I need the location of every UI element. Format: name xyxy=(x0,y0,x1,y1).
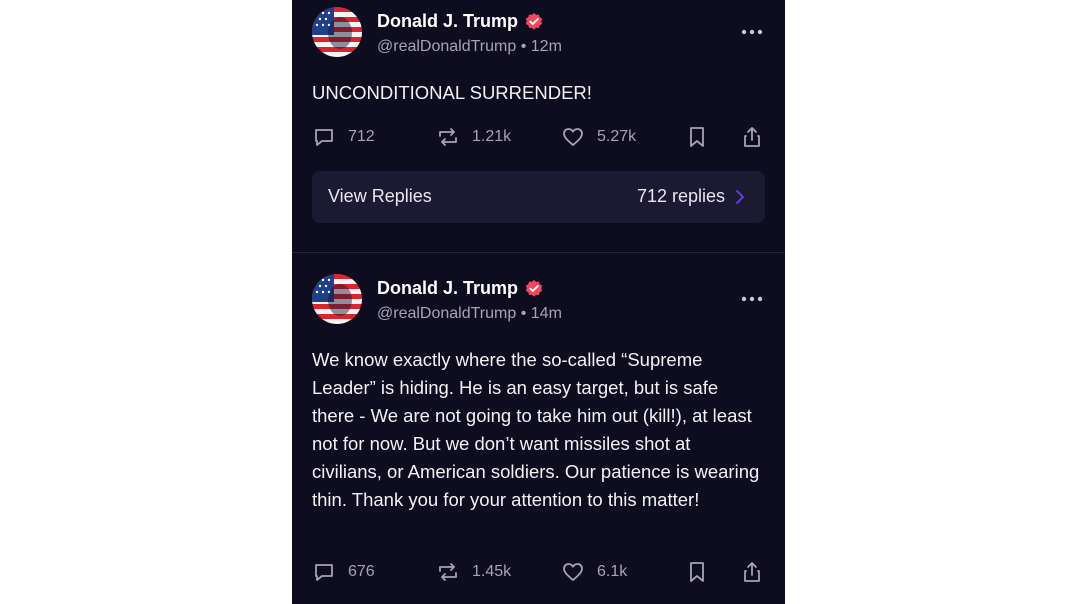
post-actions: 712 1.21k 5.27k xyxy=(312,125,767,149)
repost-icon xyxy=(439,563,457,581)
like-count: 5.27k xyxy=(597,128,637,145)
post[interactable]: Donald J. Trump @realDonaldTrump • 12m U… xyxy=(292,0,785,252)
author-row: Donald J. Trump xyxy=(377,278,544,299)
share-icon xyxy=(744,562,760,582)
comment-count: 676 xyxy=(348,563,375,580)
author-row: Donald J. Trump xyxy=(377,11,544,32)
repost-button[interactable]: 1.21k xyxy=(436,125,511,149)
handle-row: @realDonaldTrump • 12m xyxy=(377,38,562,56)
like-button[interactable]: 5.27k xyxy=(561,125,636,149)
post-text: UNCONDITIONAL SURRENDER! xyxy=(312,82,592,103)
author-handle[interactable]: @realDonaldTrump xyxy=(377,38,516,55)
comment-button[interactable]: 712 xyxy=(312,125,375,149)
feed: Donald J. Trump @realDonaldTrump • 12m U… xyxy=(292,0,785,604)
view-replies-button[interactable]: View Replies 712 replies xyxy=(312,171,765,223)
bookmark-icon xyxy=(690,562,704,582)
replies-count: 712 replies xyxy=(636,186,725,206)
comment-icon xyxy=(315,564,333,581)
comment-button[interactable]: 676 xyxy=(312,560,375,584)
more-icon[interactable] xyxy=(741,29,763,35)
author-name[interactable]: Donald J. Trump xyxy=(377,278,518,299)
bookmark-icon xyxy=(690,127,704,147)
share-button[interactable] xyxy=(740,125,764,149)
post[interactable]: Donald J. Trump @realDonaldTrump • 14m W… xyxy=(292,254,785,604)
verified-icon xyxy=(525,12,543,30)
chevron-right-icon xyxy=(736,190,744,204)
repost-icon xyxy=(439,128,457,146)
separator: • xyxy=(520,38,527,55)
comment-count: 712 xyxy=(348,128,375,145)
like-count: 6.1k xyxy=(597,563,628,580)
repost-button[interactable]: 1.45k xyxy=(436,560,511,584)
author-name[interactable]: Donald J. Trump xyxy=(377,11,518,32)
post-time: 14m xyxy=(530,305,562,322)
avatar[interactable] xyxy=(312,7,362,57)
more-icon[interactable] xyxy=(741,296,763,302)
bookmark-button[interactable] xyxy=(685,125,709,149)
repost-count: 1.21k xyxy=(472,128,512,145)
divider xyxy=(292,252,785,253)
post-actions: 676 1.45k 6.1k xyxy=(312,560,767,584)
separator: • xyxy=(520,305,527,322)
avatar[interactable] xyxy=(312,274,362,324)
author-handle[interactable]: @realDonaldTrump xyxy=(377,305,516,322)
repost-count: 1.45k xyxy=(472,563,512,580)
share-icon xyxy=(744,127,760,147)
view-replies-label: View Replies xyxy=(328,186,432,206)
heart-icon xyxy=(563,563,583,581)
bookmark-button[interactable] xyxy=(685,560,709,584)
comment-icon xyxy=(315,129,333,146)
post-text: We know exactly where the so-called “Sup… xyxy=(312,349,760,510)
like-button[interactable]: 6.1k xyxy=(561,560,627,584)
share-button[interactable] xyxy=(740,560,764,584)
verified-icon xyxy=(525,279,543,297)
heart-icon xyxy=(563,128,583,146)
handle-row: @realDonaldTrump • 14m xyxy=(377,305,562,323)
post-time: 12m xyxy=(530,38,562,55)
